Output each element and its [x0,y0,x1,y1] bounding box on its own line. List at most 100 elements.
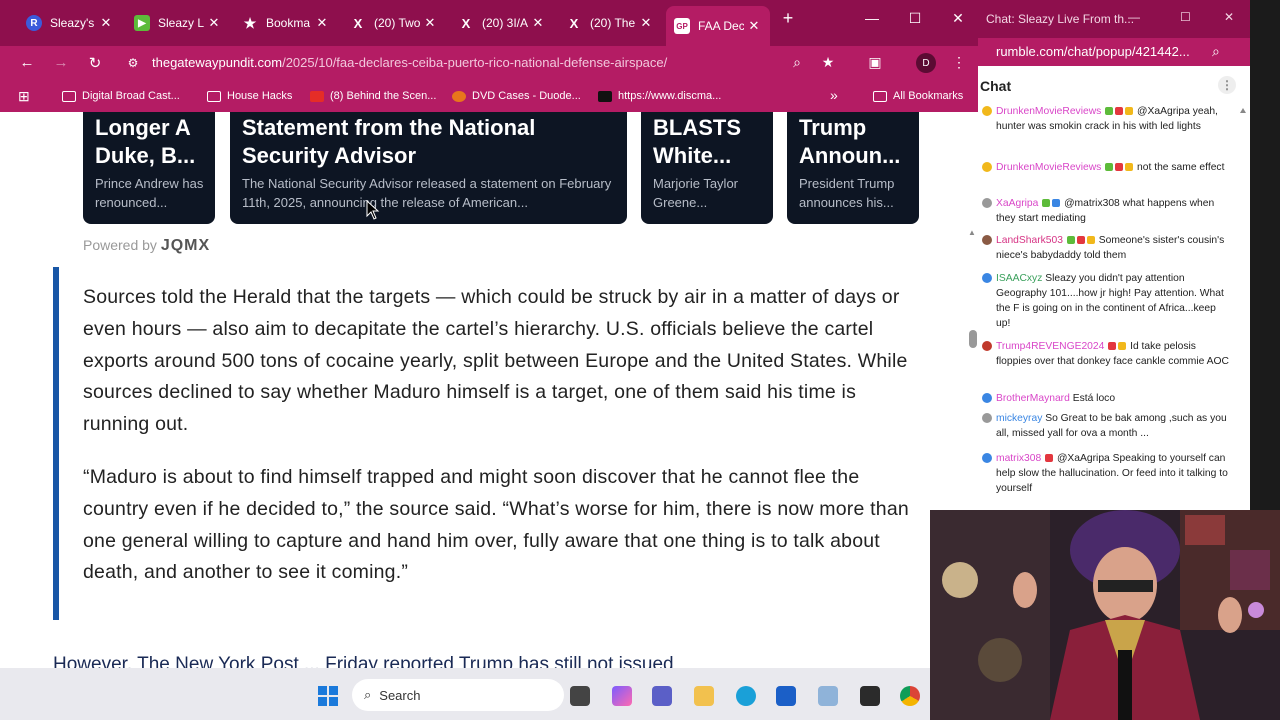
badge-icon [1105,163,1114,171]
bookmark-star-icon[interactable]: ★ [817,54,839,71]
url-domain: thegatewaypundit.com [152,55,283,70]
site-info-icon[interactable]: ⚙ [122,56,144,70]
store-icon[interactable] [776,686,796,706]
related-card-duke[interactable]: Longer A Duke, B... Prince Andrew has re… [83,112,215,224]
bookmark-house-hacks[interactable]: House Hacks [207,90,292,102]
tab-x-the[interactable]: X (20) The ✕ [558,8,662,38]
related-card-mtg[interactable]: BLASTS White... Marjorie Taylor Greene..… [641,112,773,224]
badge-icon [1115,107,1124,115]
chat-popup-window: Chat: Sleazy Live From th... — ☐ ✕ rumbl… [978,0,1250,510]
taskbar-search-box[interactable]: ⌕ Search [352,679,564,711]
copilot-icon[interactable] [612,686,632,706]
badge-icon [1108,342,1117,350]
chat-username[interactable]: ISAACxyz [996,273,1042,284]
task-view-icon[interactable] [570,686,590,706]
close-tab-icon[interactable]: ✕ [422,15,438,31]
tab-sleazys[interactable]: R Sleazy's ✕ [18,8,122,38]
teams-icon[interactable] [652,686,672,706]
card-desc: Prince Andrew has renounced... [95,176,204,210]
x-logo-icon: X [461,15,471,31]
close-tab-icon[interactable]: ✕ [206,15,222,31]
close-window-button[interactable]: ✕ [946,10,970,27]
close-tab-icon[interactable]: ✕ [746,18,762,34]
close-tab-icon[interactable]: ✕ [98,15,114,31]
folder-icon [207,90,221,102]
tab-faa-active[interactable]: GP FAA Dec ✕ [666,6,770,46]
chrome-icon[interactable] [900,686,920,706]
related-card-trump[interactable]: Trump Announ... President Trump announce… [787,112,919,224]
back-arrow-icon[interactable]: ← [16,54,38,71]
chat-text: not the same effect [1137,162,1225,173]
page-scrollbar[interactable] [969,330,977,348]
all-bookmarks-folder[interactable]: All Bookmarks [873,90,963,102]
badge-icon [1118,342,1127,350]
profile-avatar[interactable]: D [916,53,936,73]
related-card-nsa[interactable]: Statement from the National Security Adv… [230,112,627,224]
tab-bookmarks[interactable]: ★ Bookma ✕ [234,8,338,38]
chat-message: XaAgripa @matrix308 what happens when th… [982,196,1230,226]
zoom-icon[interactable]: ⌕ [1212,43,1220,60]
tab-x-two[interactable]: X (20) Two ✕ [342,8,446,38]
chat-window-title: Chat: Sleazy Live From th... [986,12,1135,26]
chat-username[interactable]: BrotherMaynard [996,393,1070,404]
forward-arrow-icon[interactable]: → [50,54,72,71]
new-tab-button[interactable]: + [776,8,800,29]
chat-url-bar[interactable]: rumble.com/chat/popup/421442... ⌕ [978,38,1250,66]
close-tab-icon[interactable]: ✕ [530,15,546,31]
bookmark-label: DVD Cases - Duode... [472,90,581,102]
chat-close-button[interactable]: ✕ [1224,10,1234,24]
minimize-button[interactable]: — [860,10,884,26]
maximize-button[interactable]: ☐ [903,10,927,27]
gateway-pundit-favicon-icon: GP [674,18,690,34]
tab-favicon-icon: R [26,15,42,31]
bookmarks-bar: ⊞ Digital Broad Cast... House Hacks (8) … [0,82,980,112]
bookmark-digital-broadcast[interactable]: Digital Broad Cast... [62,90,180,102]
chat-minimize-button[interactable]: — [1128,10,1140,24]
tab-x-3i[interactable]: X (20) 3I/A ✕ [450,8,554,38]
badge-icon [1052,199,1061,207]
chat-maximize-button[interactable]: ☐ [1180,10,1191,24]
close-tab-icon[interactable]: ✕ [314,15,330,31]
chat-message: LandShark503 Someone's sister's cousin's… [982,233,1230,263]
bookmark-discma[interactable]: https://www.discma... [598,90,721,102]
chat-username[interactable]: Trump4REVENGE2024 [996,341,1104,352]
tab-title: (20) Two [374,16,420,30]
card-title: Statement from the National Security Adv… [242,115,536,168]
chat-message: Trump4REVENGE2024 Id take pelosis floppi… [982,339,1230,369]
menu-kebab-icon[interactable]: ⋮ [948,54,970,71]
windows-start-icon[interactable] [318,686,338,706]
close-tab-icon[interactable]: ✕ [638,15,654,31]
blockquote-border [53,267,59,620]
file-explorer-icon[interactable] [694,686,714,706]
cast-icon[interactable]: ▣ [864,54,886,71]
bookmark-behind-scenes[interactable]: (8) Behind the Scen... [310,90,436,102]
badge-icon [1066,236,1075,244]
chat-username[interactable]: mickeyray [996,413,1042,424]
chat-username[interactable]: DrunkenMovieReviews [996,106,1101,117]
more-bookmarks-icon[interactable]: » [830,87,838,103]
app-icon[interactable] [818,686,838,706]
chat-username[interactable]: LandShark503 [996,235,1063,246]
zoom-icon[interactable]: ⌕ [786,54,808,71]
chat-window-titlebar: Chat: Sleazy Live From th... — ☐ ✕ [978,0,1250,38]
chat-message: DrunkenMovieReviews not the same effect [982,160,1230,175]
chat-username[interactable]: DrunkenMovieReviews [996,162,1101,173]
scroll-up-arrow-icon[interactable]: ▲ [968,228,976,237]
obs-icon[interactable] [860,686,880,706]
powered-by-jqmx[interactable]: Powered by JQMX [83,237,210,255]
address-bar[interactable]: thegatewaypundit.com/2025/10/faa-declare… [152,55,667,70]
tab-sleazy-live[interactable]: ▶ Sleazy Li ✕ [126,8,230,38]
chat-username[interactable]: XaAgripa [996,198,1038,209]
search-icon: ⌕ [364,687,372,702]
reload-icon[interactable]: ↻ [84,54,106,72]
chat-username[interactable]: matrix308 [996,453,1041,464]
bookmark-dvd-cases[interactable]: DVD Cases - Duode... [452,90,581,102]
search-label: Search [379,687,421,703]
card-title: Trump Announ... [799,115,901,168]
chat-text: Está loco [1072,393,1116,404]
background-strip [1250,0,1280,510]
chat-scrollbar[interactable] [1240,108,1246,504]
chat-options-icon[interactable]: ⋮ [1218,76,1236,94]
apps-grid-icon[interactable]: ⊞ [18,88,30,105]
edge-icon[interactable] [736,686,756,706]
